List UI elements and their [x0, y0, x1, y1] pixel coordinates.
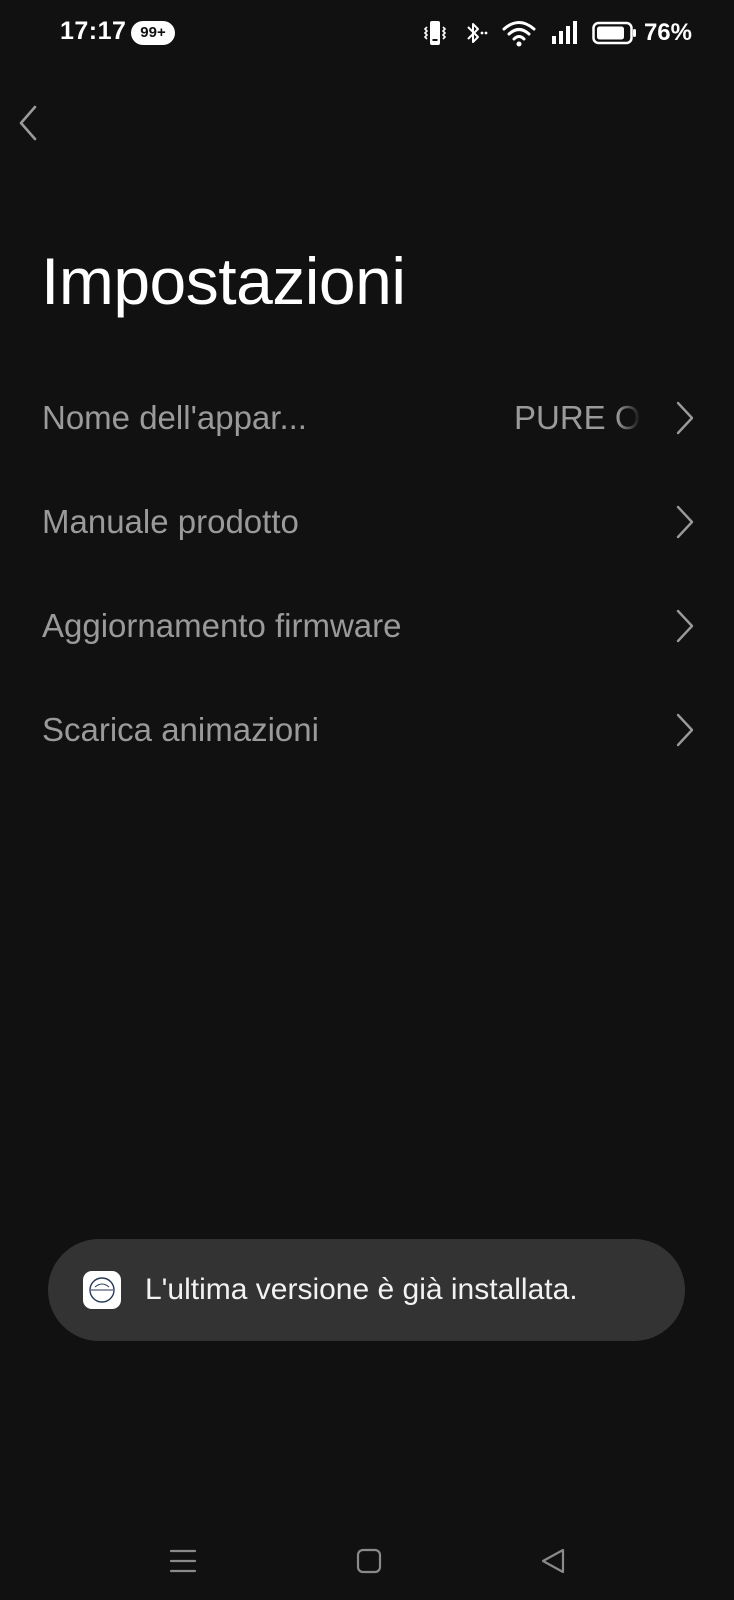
back-button[interactable]: [6, 100, 50, 150]
settings-item-product-manual[interactable]: Manuale prodotto: [0, 470, 734, 574]
chevron-right-icon: [676, 505, 694, 539]
notification-badge: 99+: [131, 21, 175, 45]
chevron-right-icon: [676, 609, 694, 643]
battery-icon: [592, 20, 638, 46]
toast-message: L'ultima versione è già installata.: [48, 1239, 685, 1341]
signal-icon: [550, 20, 578, 46]
settings-item-value: PURE O: [514, 399, 641, 437]
settings-item-label: Manuale prodotto: [42, 503, 299, 540]
settings-item-label: Aggiornamento firmware: [42, 607, 402, 644]
page-title: Impostazioni: [41, 244, 406, 318]
battery-percent: 76%: [643, 19, 692, 46]
settings-item-label: Scarica animazioni: [42, 711, 319, 748]
settings-item-download-animations[interactable]: Scarica animazioni: [0, 678, 734, 782]
nav-back-button[interactable]: [528, 1538, 578, 1588]
home-icon: [355, 1547, 383, 1580]
chevron-left-icon: [17, 104, 39, 147]
wifi-icon: [502, 19, 536, 47]
vibrate-icon: [422, 19, 448, 47]
chevron-right-icon: [676, 713, 694, 747]
status-icons: 76%: [422, 18, 692, 48]
settings-list: Nome dell'appar... PURE O Manuale prodot…: [0, 366, 734, 782]
navigation-bar: [0, 1530, 734, 1600]
status-bar: 17:17 99+ 76%: [0, 0, 734, 66]
chevron-right-icon: [676, 401, 694, 435]
settings-item-label: Nome dell'appar...: [42, 399, 307, 436]
status-time: 17:17: [60, 17, 127, 45]
tineco-logo-icon: [83, 1271, 121, 1309]
recents-button[interactable]: [158, 1538, 208, 1588]
settings-item-firmware-update[interactable]: Aggiornamento firmware: [0, 574, 734, 678]
toast-text: L'ultima versione è già installata.: [145, 1273, 578, 1306]
bluetooth-icon: [462, 19, 488, 47]
back-triangle-icon: [539, 1547, 567, 1580]
settings-item-device-name[interactable]: Nome dell'appar... PURE O: [0, 366, 734, 470]
menu-icon: [169, 1547, 197, 1580]
home-button[interactable]: [344, 1538, 394, 1588]
